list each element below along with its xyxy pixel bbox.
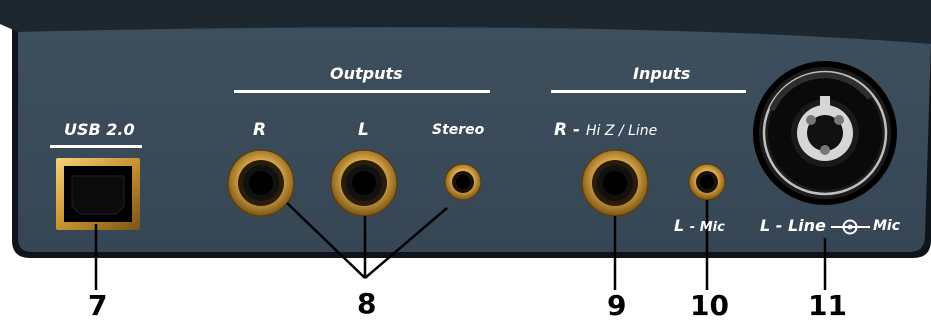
jack-input-hiz-graphic [581,149,649,217]
callout-9: 9 [607,289,627,322]
jack-output-r-graphic [227,149,295,217]
callout-10: 10 [690,289,729,322]
rear-panel-diagram: Outputs Inputs USB 2.0 R L Stereo R - Hi… [0,0,931,321]
combo-line-label: L - Line [760,216,826,235]
callout-7: 7 [88,289,108,322]
combo-xlr-jack-graphic [753,61,897,205]
combo-mic-label: Mic [873,218,901,234]
usb-rule [50,145,142,148]
output-l-label: L [358,120,369,140]
panel-graphics [0,0,931,290]
inputs-rule [551,90,746,93]
usb-label: USB 2.0 [64,120,135,139]
output-r-label: R [253,120,267,140]
outputs-rule [234,90,490,93]
jack-input-mic-graphic [688,163,726,201]
jack-output-stereo-graphic [444,163,482,201]
inputs-heading: Inputs [633,64,691,83]
input-l-mic-main: L [674,216,685,235]
jack-output-l-graphic [330,149,398,217]
input-r-sub: Hi Z / Line [586,123,658,139]
output-stereo-label: Stereo [432,122,485,138]
callout-11: 11 [808,289,847,322]
outputs-heading: Outputs [330,64,403,83]
usb-port-graphic [56,158,140,230]
input-r-label: R - Hi Z / Line [554,120,657,140]
input-l-mic-label: L - Mic [674,216,725,235]
callout-8: 8 [357,287,377,320]
input-r-main: R - [554,120,581,140]
input-l-mic-sub: - Mic [689,220,725,235]
